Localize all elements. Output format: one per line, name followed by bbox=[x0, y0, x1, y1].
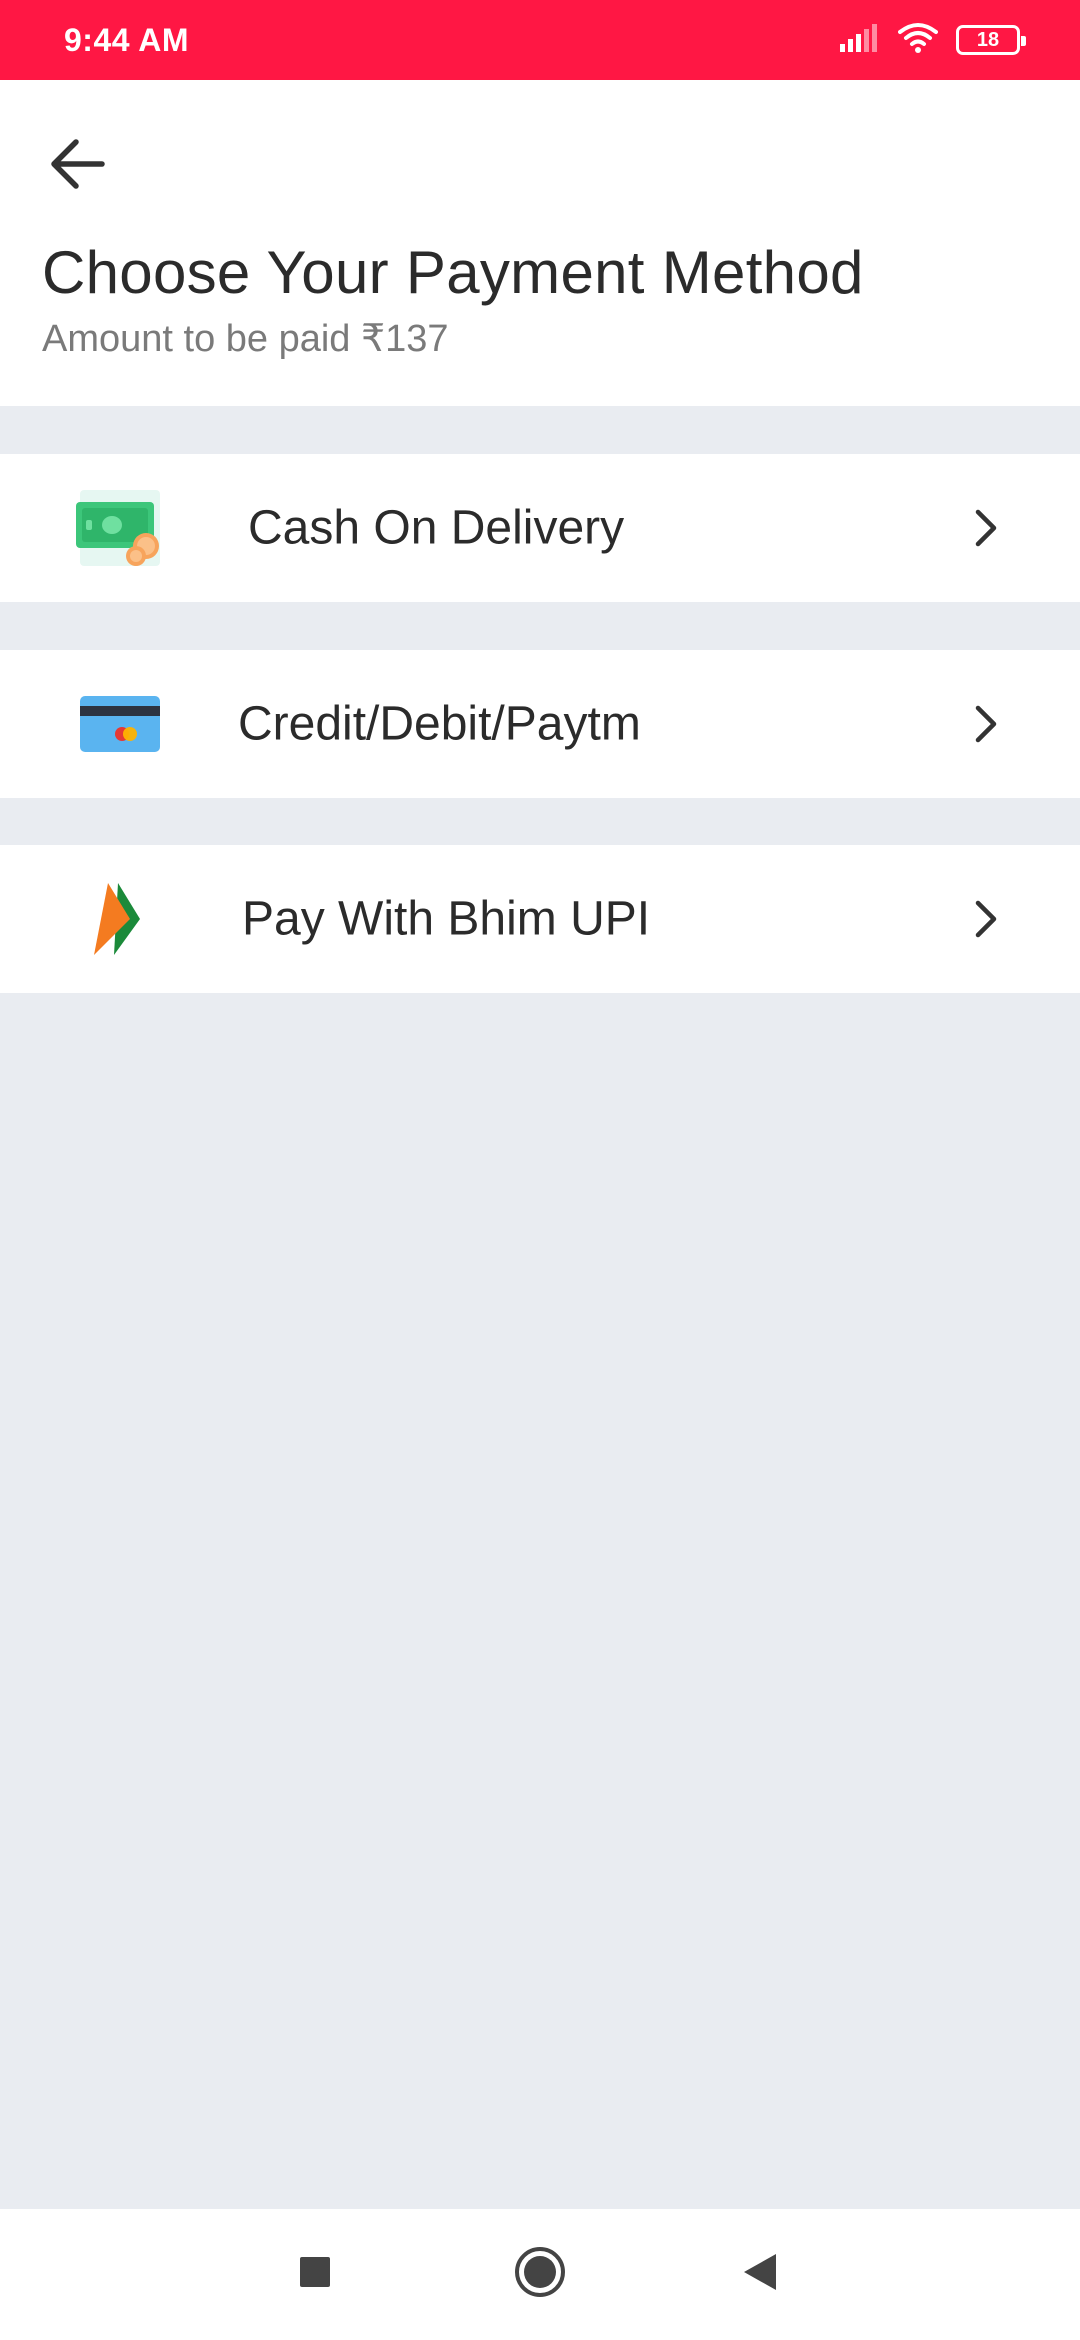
cash-icon bbox=[70, 478, 170, 578]
arrow-left-icon bbox=[50, 138, 106, 195]
home-button[interactable] bbox=[505, 2239, 575, 2309]
system-back-button[interactable] bbox=[725, 2239, 795, 2309]
back-button[interactable] bbox=[36, 124, 120, 208]
status-time: 9:44 AM bbox=[64, 21, 190, 58]
card-icon bbox=[70, 674, 170, 774]
bhim-upi-icon bbox=[70, 869, 170, 969]
battery-icon: 18 bbox=[956, 25, 1026, 55]
header: Choose Your Payment Method Amount to be … bbox=[0, 80, 1080, 406]
option-label: Pay With Bhim UPI bbox=[242, 892, 651, 946]
payment-method-screen: 9:44 AM 18 Choose Your Payment Method Am… bbox=[0, 0, 1080, 2340]
battery-level: 18 bbox=[976, 28, 1000, 51]
payment-option-bhim-upi[interactable]: Pay With Bhim UPI bbox=[0, 845, 1080, 993]
square-icon bbox=[298, 2255, 332, 2294]
payment-option-cash-on-delivery[interactable]: Cash On Delivery bbox=[0, 454, 1080, 602]
signal-icon bbox=[840, 23, 880, 57]
recent-apps-button[interactable] bbox=[280, 2239, 350, 2309]
option-label: Credit/Debit/Paytm bbox=[238, 697, 641, 751]
wifi-icon bbox=[898, 22, 938, 59]
amount-to-pay: Amount to be paid ₹137 bbox=[42, 318, 449, 360]
status-bar: 9:44 AM 18 bbox=[0, 0, 1080, 80]
page-title: Choose Your Payment Method bbox=[42, 239, 864, 306]
status-icons: 18 bbox=[840, 22, 1026, 59]
payment-option-card-paytm[interactable]: Credit/Debit/Paytm bbox=[0, 650, 1080, 798]
chevron-right-icon bbox=[966, 895, 1006, 943]
chevron-right-icon bbox=[966, 504, 1006, 552]
option-label: Cash On Delivery bbox=[248, 501, 625, 555]
chevron-right-icon bbox=[966, 700, 1006, 748]
triangle-back-icon bbox=[742, 2252, 778, 2297]
circle-icon bbox=[513, 2245, 567, 2304]
system-nav-bar bbox=[0, 2209, 1080, 2340]
